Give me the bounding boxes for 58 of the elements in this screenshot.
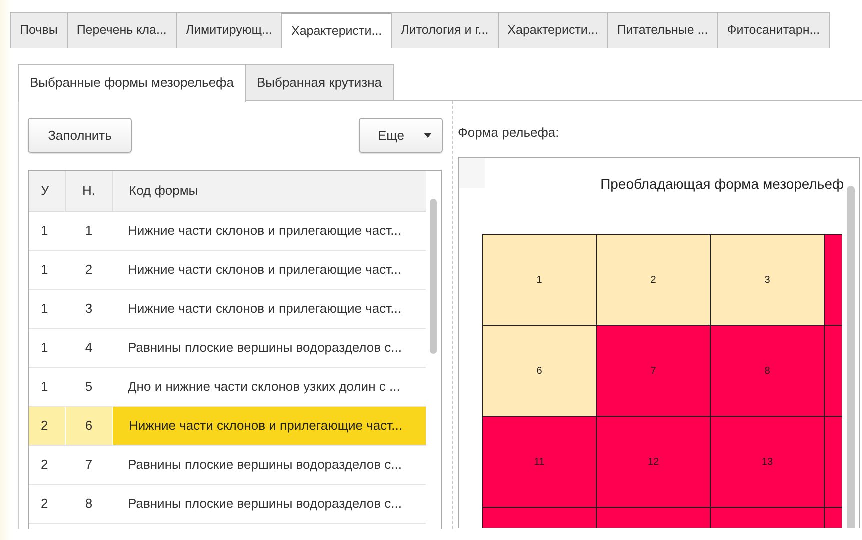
table-row[interactable]: 2 7 Равнины плоские вершины водоразделов с...	[29, 446, 426, 485]
field-label: Форма рельефа:	[458, 125, 560, 142]
table-cell-text: Дно и нижние части склонов узких долин с ...	[127, 378, 402, 396]
tab[interactable]: Литология и г...	[391, 12, 499, 48]
table-row[interactable]: 1 2 Нижние части склонов и прилегающие част...	[29, 251, 426, 290]
table-cell-text: 2	[40, 495, 50, 513]
grid-cell[interactable]: 2	[597, 235, 711, 326]
caret-icon	[424, 133, 432, 138]
grid-cell[interactable]: 11	[483, 417, 597, 508]
table-cell-text: Нижние части склонов и прилегающие част...	[127, 222, 402, 240]
table-row[interactable]: 2 6 Нижние части склонов и прилегающие част...	[29, 407, 426, 446]
table-cell-text: 1	[40, 339, 50, 357]
table-cell-text: 2	[84, 261, 94, 279]
table-cell: 6	[66, 407, 113, 445]
tab[interactable]: Выбранные формы мезорельефа	[18, 64, 246, 102]
table-cell-text: 1	[84, 222, 94, 240]
table-cell-text: Нижние части склонов и прилегающие част...	[127, 300, 402, 318]
grid-cell[interactable]: 12	[597, 417, 711, 508]
tab[interactable]: Перечень кла...	[66, 12, 177, 48]
tab[interactable]: Характеристи...	[498, 12, 608, 48]
table-cell-text: 2	[40, 456, 50, 474]
tab[interactable]: Выбранная крутизна	[244, 64, 394, 100]
table-cell-text: 1	[40, 222, 50, 240]
table-cell-text: 1	[40, 300, 50, 318]
tab[interactable]: Почвы	[10, 12, 68, 48]
fill-button[interactable]: Заполнить	[28, 118, 132, 153]
table-cell-text: 3	[84, 300, 94, 318]
table-row[interactable]: 1 3 Нижние части склонов и прилегающие част...	[29, 290, 426, 329]
table-cell-text: Равнины плоские вершины водоразделов с...	[127, 456, 403, 474]
grid-cell[interactable]: 1	[483, 235, 597, 326]
table-cell-text: Равнины плоские вершины водоразделов с...	[127, 339, 403, 357]
table-cell: 2	[29, 407, 66, 445]
table-cell-text: Равнины плоские вершины водоразделов с...	[127, 495, 403, 513]
table-cell-text: 1	[40, 261, 50, 279]
table-cell-text: 1	[40, 378, 50, 396]
table-row[interactable]: 2 8 Равнины плоские вершины водоразделов с...	[29, 485, 426, 524]
table-cell-text: 5	[84, 378, 94, 396]
table-row[interactable]: 1 4 Равнины плоские вершины водоразделов с...	[29, 329, 426, 368]
table-row[interactable]: 1 1 Нижние части склонов и прилегающие част...	[29, 212, 426, 251]
grid-cell[interactable]: 3	[711, 235, 825, 326]
table-cell-text: 4	[84, 339, 94, 357]
table-cell-text: 7	[84, 456, 94, 474]
table-cell-text: 8	[84, 495, 94, 513]
header-corner	[459, 158, 485, 188]
table-cell-text: Нижние части склонов и прилегающие част...	[127, 261, 402, 279]
tab[interactable]: Лимитирующ...	[176, 12, 282, 48]
grid-title: Преобладающая форма мезорельеф	[600, 176, 844, 194]
column-header[interactable]: Н.	[66, 171, 113, 211]
more-button[interactable]: Еще	[359, 118, 443, 153]
grid-cell[interactable]: 13	[711, 417, 825, 508]
column-header[interactable]: У	[29, 171, 66, 211]
table-cell: Нижние части склонов и прилегающие част...	[113, 407, 426, 445]
tab[interactable]: Фитосанитарн...	[717, 12, 830, 48]
grid-cell[interactable]: 6	[483, 326, 597, 417]
grid-cell[interactable]: 8	[711, 326, 825, 417]
grid-cell[interactable]: 7	[597, 326, 711, 417]
column-header[interactable]: Код формы	[113, 171, 426, 211]
tab[interactable]: Питательные ...	[607, 12, 718, 48]
